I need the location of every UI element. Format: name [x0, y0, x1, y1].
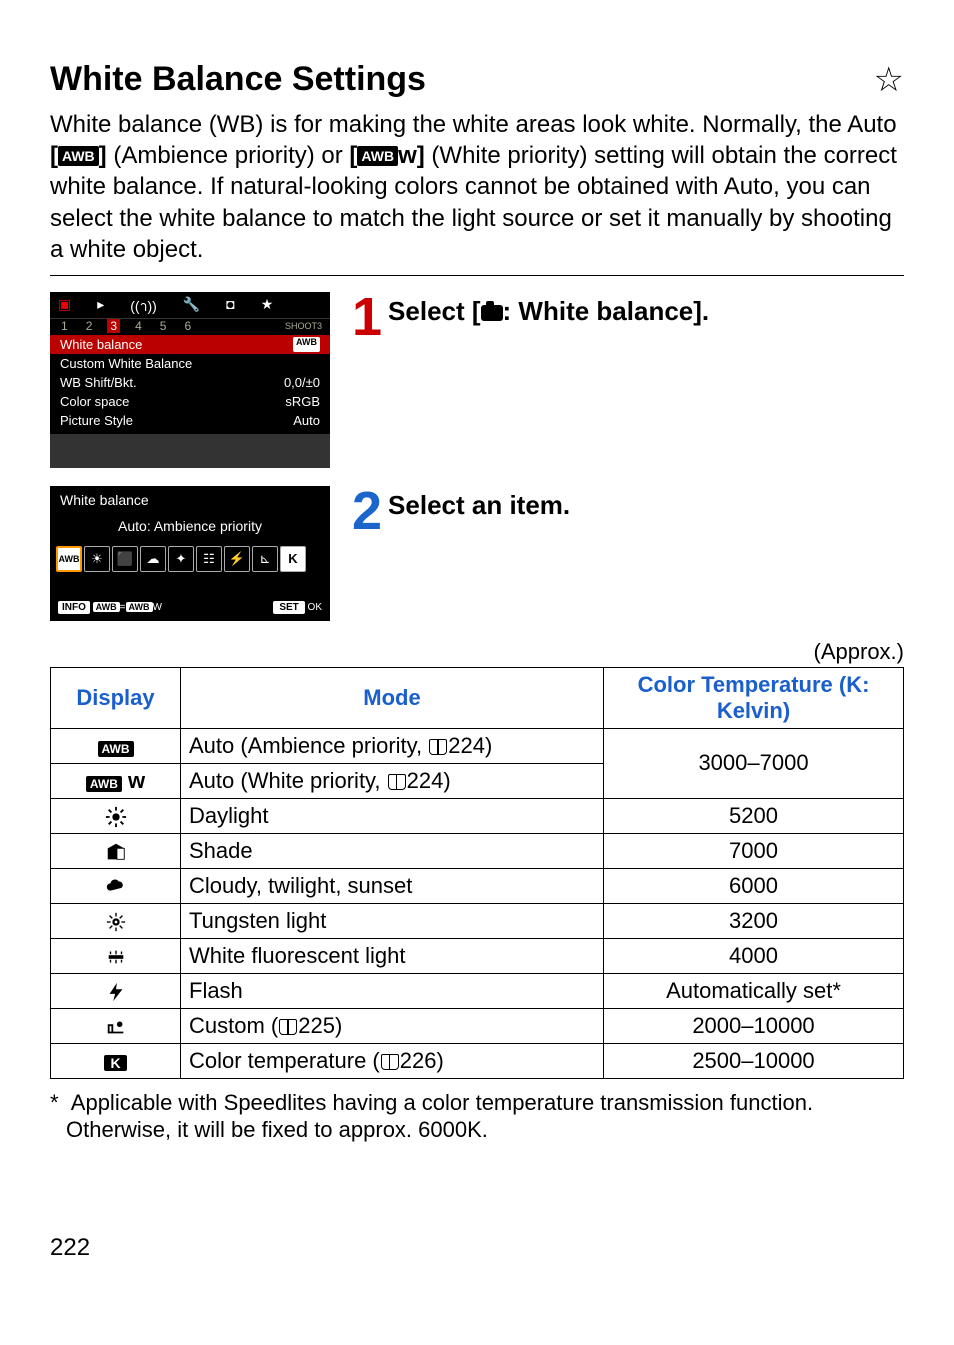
custom-tab-icon: ◘	[226, 296, 234, 318]
intro-paragraph: White balance (WB) is for making the whi…	[50, 109, 904, 276]
awb-w-suffix: W	[153, 602, 162, 613]
page-ref-icon	[279, 1019, 297, 1035]
wb-option-fluorescent: ☷	[196, 546, 222, 572]
wb-option-flash: ⚡	[224, 546, 250, 572]
awb-icon: AWB	[98, 741, 134, 757]
tungsten-icon	[105, 911, 127, 933]
menu-row: WB Shift/Bkt.0,0/±0	[50, 373, 330, 392]
wb-option-custom: ⊾	[252, 546, 278, 572]
table-row: Shade 7000	[51, 833, 904, 868]
th-temp: Color Temperature (K: Kelvin)	[604, 667, 904, 728]
wb-option-daylight: ☀	[84, 546, 110, 572]
table-row: White fluorescent light 4000	[51, 938, 904, 973]
star-icon: ☆	[874, 63, 904, 97]
shade-icon	[105, 841, 127, 863]
table-row: Tungsten light 3200	[51, 903, 904, 938]
table-row: Custom (225) 2000–10000	[51, 1008, 904, 1043]
cloudy-icon	[105, 876, 127, 898]
daylight-icon	[105, 806, 127, 828]
page-number: 222	[50, 1234, 904, 1262]
tab-num: 5	[157, 319, 170, 333]
shoot-label: SHOOT3	[285, 321, 322, 331]
tab-num: 4	[132, 319, 145, 333]
set-badge: SET	[273, 601, 304, 614]
tab-num: 6	[181, 319, 194, 333]
th-display: Display	[51, 667, 181, 728]
approx-label: (Approx.)	[50, 639, 904, 665]
table-row: AWB Auto (Ambience priority, 224) 3000–7…	[51, 728, 904, 763]
step-1-title: Select [: White balance].	[388, 296, 709, 327]
wb-option-cloudy: ☁	[140, 546, 166, 572]
page-ref-icon	[429, 739, 447, 755]
info-badge: INFO	[58, 601, 90, 614]
table-row: K Color temperature (226) 2500–10000	[51, 1043, 904, 1078]
ok-label: OK	[308, 602, 322, 613]
wb-option-tungsten: ✦	[168, 546, 194, 572]
flash-icon	[105, 981, 127, 1003]
camera-icon	[481, 305, 503, 321]
tab-num: 2	[83, 319, 96, 333]
awb-eq-right: AWB	[126, 602, 153, 612]
footnote: * Applicable with Speedlites having a co…	[50, 1089, 904, 1144]
table-row: Cloudy, twilight, sunset 6000	[51, 868, 904, 903]
table-row: Daylight 5200	[51, 798, 904, 833]
tab-num: 1	[58, 319, 71, 333]
menu-screenshot-2: White balance Auto: Ambience priority AW…	[50, 486, 330, 621]
step-2-title: Select an item.	[388, 490, 570, 521]
fluorescent-icon	[105, 946, 127, 968]
page-ref-icon	[388, 774, 406, 790]
tab-num-active: 3	[107, 319, 120, 333]
step-number-1: 1	[352, 296, 382, 339]
menu-row: Picture StyleAuto	[50, 411, 330, 430]
wireless-tab-icon: ((า))	[130, 296, 157, 318]
menu-screenshot-1: ▣ ▸ ((า)) 🔧 ◘ ★ 1 2 3 4 5 6 SHOOT3 White…	[50, 292, 330, 468]
play-tab-icon: ▸	[97, 296, 104, 318]
table-row: Flash Automatically set*	[51, 973, 904, 1008]
star-tab-icon: ★	[261, 296, 274, 318]
menu-row: Color spacesRGB	[50, 392, 330, 411]
camera-tab-icon: ▣	[58, 296, 71, 318]
page-title: White Balance Settings	[50, 60, 426, 99]
white-balance-table: Display Mode Color Temperature (K: Kelvi…	[50, 667, 904, 1079]
wb-screen-desc: Auto: Ambience priority	[50, 510, 330, 546]
awb-badge-small: AWB	[293, 337, 320, 352]
menu-row: Custom White Balance	[50, 354, 330, 373]
step-number-2: 2	[352, 490, 382, 533]
awb-eq-left: AWB	[93, 602, 120, 612]
awb-icon: AWB	[86, 776, 122, 792]
page-ref-icon	[381, 1054, 399, 1070]
th-mode: Mode	[181, 667, 604, 728]
wb-screen-title: White balance	[50, 486, 330, 510]
kelvin-icon: K	[104, 1055, 126, 1071]
wb-option-awb: AWB	[56, 546, 82, 572]
awb-icon: AWB	[357, 146, 398, 166]
menu-row-white-balance: White balance AWB	[50, 335, 330, 354]
wrench-tab-icon: 🔧	[183, 296, 200, 318]
wb-option-kelvin: K	[280, 546, 306, 572]
custom-wb-icon	[105, 1016, 127, 1038]
wb-option-shade: ⬛	[112, 546, 138, 572]
awb-icon: AWB	[58, 146, 99, 166]
